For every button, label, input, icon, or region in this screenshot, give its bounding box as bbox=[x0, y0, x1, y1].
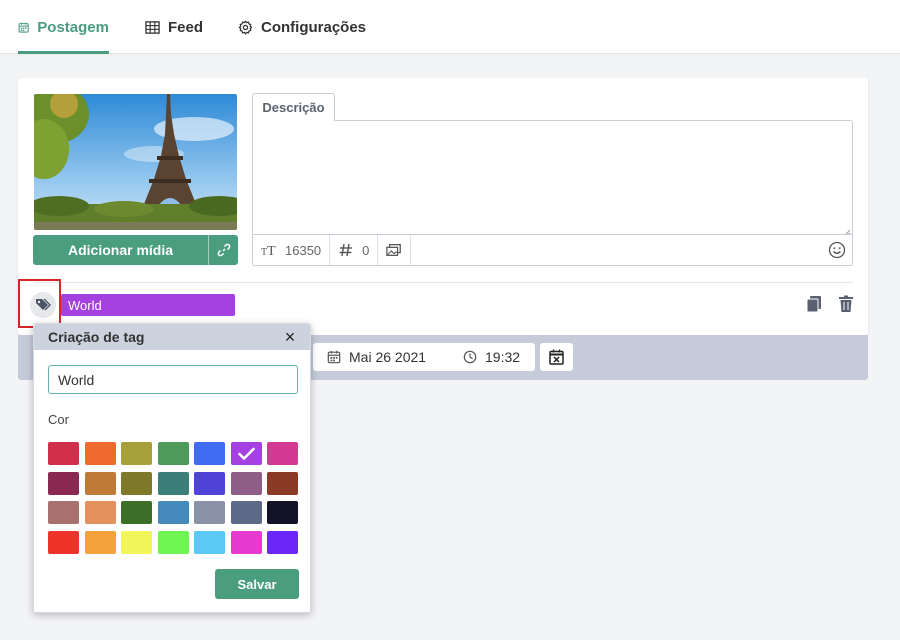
char-counter: TT 16350 bbox=[253, 235, 331, 265]
tab-postagem[interactable]: Postagem bbox=[18, 0, 109, 54]
clock-icon bbox=[463, 350, 477, 364]
color-swatch[interactable] bbox=[267, 442, 298, 465]
top-nav: Postagem Feed Configurações bbox=[0, 0, 900, 54]
hashtag-counter: 0 bbox=[330, 235, 379, 265]
color-swatch[interactable] bbox=[230, 530, 262, 554]
color-swatch[interactable] bbox=[157, 442, 189, 465]
color-swatch[interactable] bbox=[194, 530, 225, 554]
description-textarea[interactable] bbox=[252, 120, 853, 235]
tag-creation-popup: Criação de tag × Cor Salvar bbox=[33, 323, 311, 613]
color-swatch[interactable] bbox=[121, 530, 152, 554]
color-swatch[interactable] bbox=[194, 442, 225, 465]
color-swatch[interactable] bbox=[230, 501, 262, 524]
color-swatch[interactable] bbox=[157, 501, 189, 524]
char-count: 16350 bbox=[285, 242, 322, 258]
color-swatch[interactable] bbox=[267, 501, 298, 524]
color-swatch-grid bbox=[48, 442, 300, 554]
time-field[interactable]: 19:32 bbox=[463, 349, 520, 365]
save-button[interactable]: Salvar bbox=[215, 569, 299, 599]
color-swatch[interactable] bbox=[121, 442, 152, 465]
color-swatch[interactable] bbox=[121, 471, 152, 495]
text-size-icon: TT bbox=[261, 244, 276, 258]
check-icon bbox=[237, 447, 255, 460]
color-swatch[interactable] bbox=[194, 501, 225, 524]
images-button[interactable] bbox=[378, 235, 412, 265]
close-icon[interactable]: × bbox=[282, 328, 298, 346]
color-swatch[interactable] bbox=[84, 530, 116, 554]
calendar-remove-icon bbox=[549, 349, 564, 365]
calendar-icon bbox=[327, 350, 341, 364]
color-swatch[interactable] bbox=[84, 501, 116, 524]
calendar-icon bbox=[18, 22, 29, 33]
color-swatch[interactable] bbox=[48, 442, 79, 465]
grid-icon bbox=[145, 20, 160, 34]
color-swatch[interactable] bbox=[157, 471, 189, 495]
svg-text:T: T bbox=[267, 244, 276, 258]
date-value: Mai 26 2021 bbox=[349, 349, 427, 365]
color-swatch[interactable] bbox=[157, 530, 189, 554]
color-swatch[interactable] bbox=[48, 471, 79, 495]
hashtag-count: 0 bbox=[362, 242, 370, 258]
time-value: 19:32 bbox=[485, 349, 521, 365]
color-swatch[interactable] bbox=[48, 530, 79, 554]
copy-icon[interactable] bbox=[806, 295, 822, 313]
link-icon bbox=[217, 243, 230, 257]
tag-chip[interactable]: World bbox=[61, 294, 235, 316]
resize-grip-icon[interactable] bbox=[842, 224, 851, 237]
schedule-datetime[interactable]: Mai 26 2021 19:32 bbox=[313, 343, 535, 371]
color-swatch[interactable] bbox=[194, 471, 225, 495]
emoji-icon[interactable] bbox=[828, 241, 846, 259]
tab-configuracoes[interactable]: Configurações bbox=[238, 0, 366, 54]
color-swatch[interactable] bbox=[121, 501, 152, 524]
description-toolbar: TT 16350 0 bbox=[252, 234, 853, 266]
highlight-box bbox=[18, 279, 61, 328]
add-media-button[interactable]: Adicionar mídia bbox=[33, 235, 208, 265]
tab-label: Feed bbox=[168, 18, 204, 36]
link-button[interactable] bbox=[208, 235, 238, 265]
tab-feed[interactable]: Feed bbox=[145, 0, 203, 54]
popup-header: Criação de tag × bbox=[34, 324, 310, 350]
trash-icon[interactable] bbox=[838, 295, 854, 313]
color-swatch[interactable] bbox=[230, 471, 262, 495]
color-swatch[interactable] bbox=[84, 471, 116, 495]
tab-label: Postagem bbox=[37, 18, 109, 36]
color-swatch[interactable] bbox=[230, 442, 262, 465]
date-field[interactable]: Mai 26 2021 bbox=[327, 349, 426, 365]
tab-label: Configurações bbox=[261, 18, 367, 36]
color-swatch[interactable] bbox=[84, 442, 116, 465]
divider bbox=[34, 282, 853, 283]
clear-schedule-button[interactable] bbox=[540, 343, 573, 371]
tag-name-input[interactable] bbox=[48, 365, 298, 394]
color-label: Cor bbox=[48, 412, 69, 427]
color-swatch[interactable] bbox=[48, 501, 79, 524]
color-swatch[interactable] bbox=[267, 530, 298, 554]
gear-icon bbox=[238, 20, 253, 34]
popup-title: Criação de tag bbox=[48, 329, 145, 345]
color-swatch[interactable] bbox=[267, 471, 298, 495]
images-icon bbox=[386, 244, 402, 256]
media-thumbnail bbox=[34, 94, 237, 230]
hashtag-icon bbox=[339, 243, 353, 257]
tab-descricao[interactable]: Descrição bbox=[252, 93, 335, 121]
